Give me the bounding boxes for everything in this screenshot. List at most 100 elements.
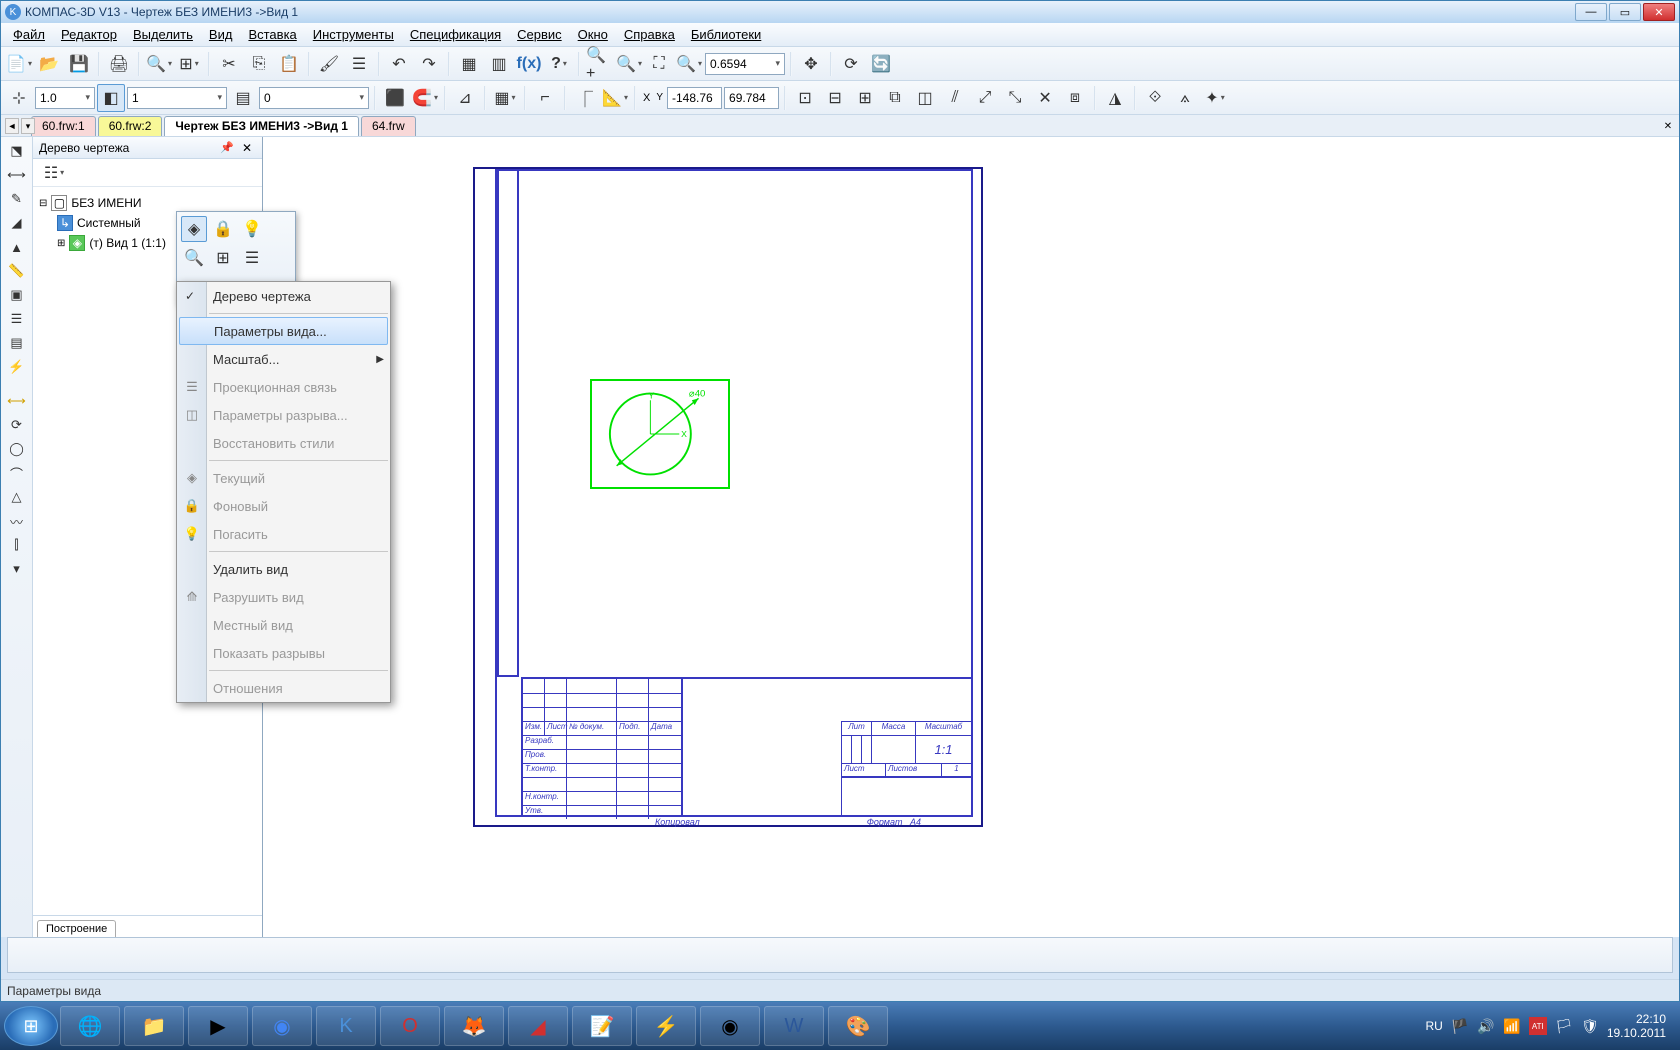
task-explorer[interactable]: 📁 xyxy=(124,1006,184,1046)
tray-action-icon[interactable]: 🏳 xyxy=(1555,1017,1573,1035)
tool-1-icon[interactable]: ⟷ xyxy=(5,391,29,411)
property-bar[interactable] xyxy=(7,937,1673,973)
rebuild-button[interactable]: ⟳ xyxy=(837,50,865,78)
start-button[interactable]: ⊞ xyxy=(4,1006,58,1046)
ctx-show-breaks[interactable]: Показать разрывы xyxy=(177,639,390,667)
zoom-window-button[interactable]: 🔍 xyxy=(615,50,643,78)
palette-6-icon[interactable]: ☰ xyxy=(239,245,265,271)
views-icon[interactable]: ⚡ xyxy=(5,357,29,377)
help-context-button[interactable]: ? xyxy=(545,50,573,78)
tree-pin-button[interactable]: 📌 xyxy=(216,141,238,154)
drawing-canvas[interactable]: ⌀40 Y X Изм.Лист№ докум.Подп.Дата Разраб… xyxy=(263,137,1679,937)
lcs-button[interactable]: ⌐ xyxy=(531,84,559,112)
close-button[interactable]: ✕ xyxy=(1643,3,1675,21)
coord-x-input[interactable] xyxy=(667,87,722,109)
param-icon[interactable]: ▲ xyxy=(5,237,29,257)
tool-3-icon[interactable]: ◯ xyxy=(5,439,29,459)
notes-icon[interactable]: ✎ xyxy=(5,189,29,209)
task-app-2[interactable]: 📝 xyxy=(572,1006,632,1046)
edit-icon[interactable]: ◢ xyxy=(5,213,29,233)
tray-flag-icon[interactable]: 🏴 xyxy=(1451,1017,1469,1035)
menu-tools[interactable]: Инструменты xyxy=(305,24,402,45)
tool-2-icon[interactable]: ⟳ xyxy=(5,415,29,435)
zoom-combo[interactable]: 0.6594 xyxy=(705,53,785,75)
ctx-projection[interactable]: ☰Проекционная связь xyxy=(177,373,390,401)
palette-lock-icon[interactable]: 🔒 xyxy=(210,216,236,242)
manager-button[interactable]: ▦ xyxy=(455,50,483,78)
task-chrome[interactable]: ◉ xyxy=(252,1006,312,1046)
zoom-fit-button[interactable]: ⛶ xyxy=(645,50,673,78)
pan-button[interactable]: ✥ xyxy=(797,50,825,78)
cut-button[interactable]: ✂ xyxy=(215,50,243,78)
tray-shield-icon[interactable]: 🛡 xyxy=(1581,1017,1599,1035)
undo-button[interactable]: ↶ xyxy=(385,50,413,78)
task-app-1[interactable]: ◢ xyxy=(508,1006,568,1046)
edit-2-icon[interactable]: ⊟ xyxy=(821,84,849,112)
task-paint[interactable]: 🎨 xyxy=(828,1006,888,1046)
lang-indicator[interactable]: RU xyxy=(1425,1019,1442,1033)
state-icon[interactable]: ◧ xyxy=(97,84,125,112)
task-opera[interactable]: O xyxy=(380,1006,440,1046)
format-painter-icon[interactable]: 🖌 xyxy=(315,50,343,78)
task-ie[interactable]: 🌐 xyxy=(60,1006,120,1046)
selected-circle-view[interactable]: ⌀40 Y X xyxy=(590,379,730,489)
task-word[interactable]: W xyxy=(764,1006,824,1046)
menu-window[interactable]: Окно xyxy=(570,24,616,45)
print-button[interactable]: 🖨 xyxy=(105,50,133,78)
open-button[interactable]: 📂 xyxy=(35,50,63,78)
zoom-prev-button[interactable]: 🔍 xyxy=(675,50,703,78)
task-firefox[interactable]: 🦊 xyxy=(444,1006,504,1046)
taskbar-clock[interactable]: 22:10 19.10.2011 xyxy=(1607,1012,1666,1041)
menu-service[interactable]: Сервис xyxy=(509,24,570,45)
doc-tab-4[interactable]: 64.frw xyxy=(361,116,416,136)
edit-7-icon[interactable]: ⤢ xyxy=(971,84,999,112)
ctx-local-view[interactable]: Местный вид xyxy=(177,611,390,639)
menu-file[interactable]: Файл xyxy=(5,24,53,45)
task-kompas[interactable]: K xyxy=(316,1006,376,1046)
palette-zoom-icon[interactable]: 🔍 xyxy=(181,245,207,271)
stop-button[interactable]: ⬛ xyxy=(381,84,409,112)
save-button[interactable]: 💾 xyxy=(65,50,93,78)
palette-5-icon[interactable]: ⊞ xyxy=(210,245,236,271)
doc-tab-2[interactable]: 60.frw:2 xyxy=(98,116,163,136)
menu-insert[interactable]: Вставка xyxy=(240,24,304,45)
copy-button[interactable]: ⎘ xyxy=(245,50,273,78)
maximize-button[interactable]: ▭ xyxy=(1609,3,1641,21)
snap-button[interactable]: 🧲 xyxy=(411,84,439,112)
ctx-destroy-view[interactable]: ⟰Разрушить вид xyxy=(177,583,390,611)
ctx-relations[interactable]: Отношения xyxy=(177,674,390,702)
tab-scroll-menu[interactable]: ▾ xyxy=(21,118,35,134)
edit-13-icon[interactable]: ⟑ xyxy=(1171,84,1199,112)
tool-7-icon[interactable]: ⫿ xyxy=(5,535,29,555)
ctx-current[interactable]: ◈Текущий xyxy=(177,464,390,492)
refresh-button[interactable]: 🔄 xyxy=(867,50,895,78)
measure-icon[interactable]: 📏 xyxy=(5,261,29,281)
coord-y-input[interactable] xyxy=(724,87,779,109)
ctx-restore-styles[interactable]: Восстановить стили xyxy=(177,429,390,457)
edit-11-icon[interactable]: ◮ xyxy=(1101,84,1129,112)
properties-icon[interactable]: ☰ xyxy=(345,50,373,78)
variables-button[interactable]: ▥ xyxy=(485,50,513,78)
menu-libs[interactable]: Библиотеки xyxy=(683,24,769,45)
tree-view-mode[interactable]: ☷ xyxy=(37,162,71,184)
ctx-view-params[interactable]: Параметры вида... xyxy=(179,317,388,345)
doc-tab-1[interactable]: 60.frw:1 xyxy=(31,116,96,136)
ctx-delete-view[interactable]: Удалить вид xyxy=(177,555,390,583)
menu-editor[interactable]: Редактор xyxy=(53,24,125,45)
edit-5-icon[interactable]: ◫ xyxy=(911,84,939,112)
tree-root[interactable]: ⊟ ▢ БЕЗ ИМЕНИ xyxy=(39,193,256,213)
edit-9-icon[interactable]: ✕ xyxy=(1031,84,1059,112)
palette-bulb-icon[interactable]: 💡 xyxy=(239,216,265,242)
tree-tab-build[interactable]: Построение xyxy=(37,920,116,937)
minimize-button[interactable]: — xyxy=(1575,3,1607,21)
step-combo[interactable]: 1.0 xyxy=(35,87,95,109)
select-icon[interactable]: ▣ xyxy=(5,285,29,305)
tray-network-icon[interactable]: 📶 xyxy=(1503,1017,1521,1035)
fx-button[interactable]: f(x) xyxy=(515,50,543,78)
more-icon[interactable]: ▾ xyxy=(5,559,29,579)
edit-10-icon[interactable]: ⧈ xyxy=(1061,84,1089,112)
grid-button[interactable]: ▦ xyxy=(491,84,519,112)
redo-button[interactable]: ↷ xyxy=(415,50,443,78)
style-combo[interactable]: 0 xyxy=(259,87,369,109)
round-button[interactable]: ⎾ xyxy=(571,84,599,112)
